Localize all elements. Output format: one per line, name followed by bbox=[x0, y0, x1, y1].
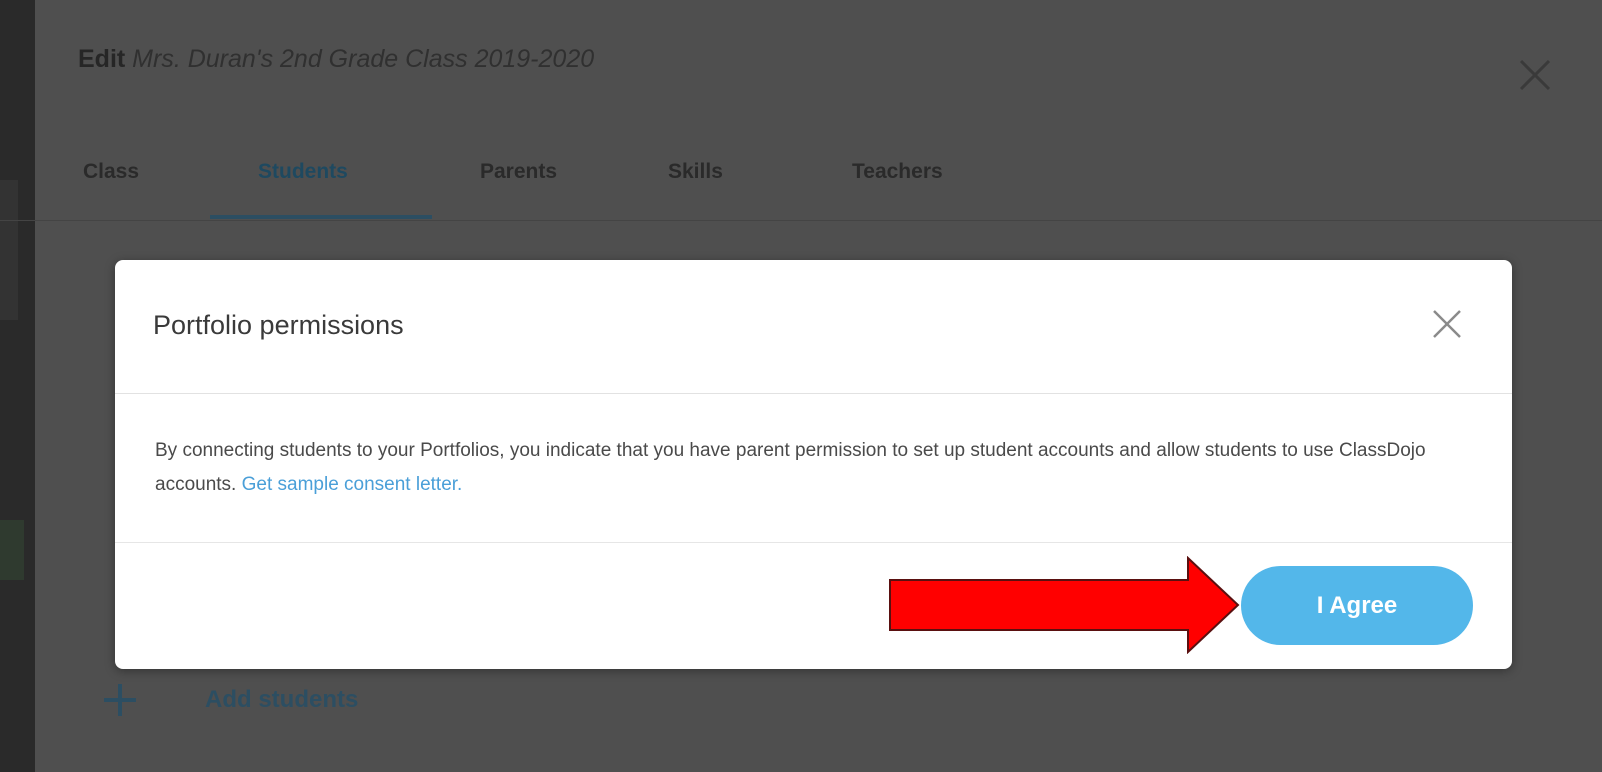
close-icon[interactable] bbox=[1430, 307, 1464, 341]
dialog-message: By connecting students to your Portfolio… bbox=[155, 434, 1435, 502]
tab-bar: Class Students Parents Skills Teachers bbox=[0, 140, 1602, 221]
sample-consent-link[interactable]: Get sample consent letter. bbox=[242, 474, 463, 495]
red-arrow-right-icon bbox=[889, 556, 1240, 654]
edit-label: Edit bbox=[78, 45, 126, 73]
dialog-title: Portfolio permissions bbox=[153, 310, 404, 340]
tab-skills[interactable]: Skills bbox=[668, 160, 723, 184]
agree-button[interactable]: I Agree bbox=[1241, 566, 1473, 645]
add-students-label: Add students bbox=[205, 686, 359, 713]
plus-icon bbox=[100, 680, 140, 720]
dialog-body: By connecting students to your Portfolio… bbox=[115, 394, 1512, 543]
dialog-header: Portfolio permissions bbox=[115, 260, 1512, 394]
app-backdrop: Edit Mrs. Duran's 2nd Grade Class 2019-2… bbox=[0, 0, 1602, 772]
tab-class[interactable]: Class bbox=[83, 160, 139, 184]
background-sidebar bbox=[0, 0, 35, 772]
dialog-footer: I Agree bbox=[115, 543, 1512, 669]
add-students-button[interactable]: Add students bbox=[100, 678, 358, 722]
tab-teachers[interactable]: Teachers bbox=[852, 160, 943, 184]
close-icon[interactable] bbox=[1515, 55, 1555, 95]
portfolio-permissions-dialog: Portfolio permissions By connecting stud… bbox=[115, 260, 1512, 669]
class-name: Mrs. Duran's 2nd Grade Class 2019-2020 bbox=[132, 45, 595, 73]
page-title: Edit Mrs. Duran's 2nd Grade Class 2019-2… bbox=[78, 45, 594, 74]
tab-parents[interactable]: Parents bbox=[480, 160, 557, 184]
active-tab-indicator bbox=[210, 215, 432, 219]
tab-students[interactable]: Students bbox=[258, 160, 348, 184]
